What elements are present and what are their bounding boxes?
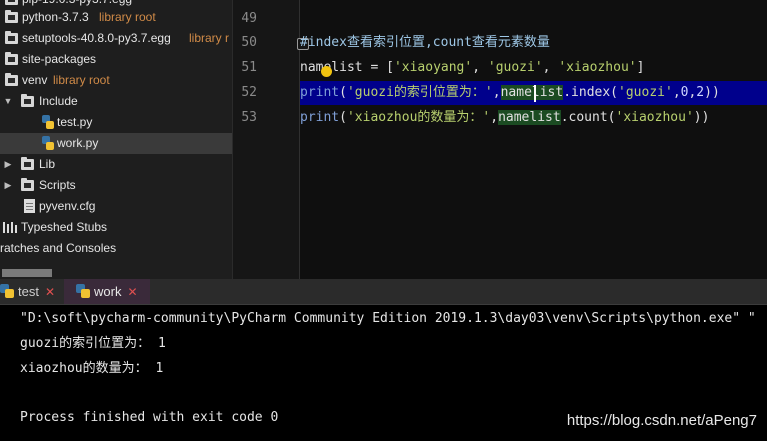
code-editor[interactable]: 49 50 51 52 53 #index查看索引位置,count查看元素数量 … <box>232 0 767 279</box>
line-number: 50 <box>241 35 257 50</box>
tree-item-venv[interactable]: venv library root <box>0 70 232 91</box>
chevron-right-icon[interactable]: ▶ <box>3 175 13 196</box>
tab-work[interactable]: work ✕ <box>64 279 150 304</box>
tree-item-pyvenv-cfg[interactable]: pyvenv.cfg <box>0 196 232 217</box>
code-line-51: namelist = ['xiaoyang', 'guozi', 'xiaozh… <box>300 60 645 75</box>
tree-item-scripts[interactable]: ▶ Scripts <box>0 175 232 196</box>
python-file-icon <box>0 284 14 298</box>
tree-item-include[interactable]: ▼ Include <box>0 91 232 112</box>
python-file-icon <box>42 115 54 129</box>
chevron-right-icon[interactable]: ▶ <box>3 154 13 175</box>
folder-icon <box>5 10 18 23</box>
tree-item-python[interactable]: python-3.7.3 library root <box>0 7 232 28</box>
line-number: 53 <box>241 110 257 125</box>
chevron-down-icon[interactable]: ▼ <box>3 91 13 112</box>
horizontal-scrollbar[interactable] <box>2 269 52 277</box>
ide-window: pip-19.0.3-py3.7.egg python-3.7.3 librar… <box>0 0 767 279</box>
folder-icon <box>5 73 18 86</box>
line-number: 49 <box>241 11 257 26</box>
close-icon[interactable]: ✕ <box>127 285 137 299</box>
folder-icon <box>21 94 34 107</box>
python-file-icon <box>76 284 90 298</box>
python-file-icon <box>42 136 54 150</box>
tree-item-setuptools[interactable]: setuptools-40.8.0-py3.7.egg library r <box>0 28 232 49</box>
tab-test[interactable]: test ✕ <box>0 279 60 304</box>
folder-icon <box>5 52 18 65</box>
intention-bulb-icon[interactable] <box>321 66 332 77</box>
console-line: "D:\soft\pycharm-community\PyCharm Commu… <box>20 311 756 326</box>
line-number: 52 <box>241 85 257 100</box>
folder-icon <box>5 31 18 44</box>
folder-icon <box>5 0 18 5</box>
tree-item-typeshed-stubs[interactable]: Typeshed Stubs <box>0 217 232 238</box>
console-line: xiaozhou的数量为： 1 <box>20 361 164 376</box>
close-icon[interactable]: ✕ <box>45 285 55 299</box>
config-file-icon <box>24 199 35 213</box>
run-tabbar: test ✕ work ✕ <box>0 279 767 305</box>
line-number: 51 <box>241 60 257 75</box>
watermark: https://blog.csdn.net/aPeng7 <box>566 412 757 429</box>
tree-item-site-packages[interactable]: site-packages <box>0 49 232 70</box>
tree-item-work-py[interactable]: work.py <box>0 133 232 154</box>
tree-item-lib[interactable]: ▶ Lib <box>0 154 232 175</box>
project-tree: pip-19.0.3-py3.7.egg python-3.7.3 librar… <box>0 0 232 279</box>
library-icon <box>3 222 17 233</box>
console-line: guozi的索引位置为： 1 <box>20 336 166 351</box>
folder-icon <box>21 157 34 170</box>
tree-item-test-py[interactable]: test.py <box>0 112 232 133</box>
code-line-50: #index查看索引位置,count查看元素数量 <box>300 35 550 50</box>
console-line: Process finished with exit code 0 <box>20 410 279 425</box>
folder-icon <box>21 178 34 191</box>
tree-item-scratches[interactable]: ratches and Consoles <box>0 238 232 259</box>
code-line-53: print('xiaozhou的数量为：',namelist.count('xi… <box>300 110 710 125</box>
text-caret <box>534 85 536 102</box>
